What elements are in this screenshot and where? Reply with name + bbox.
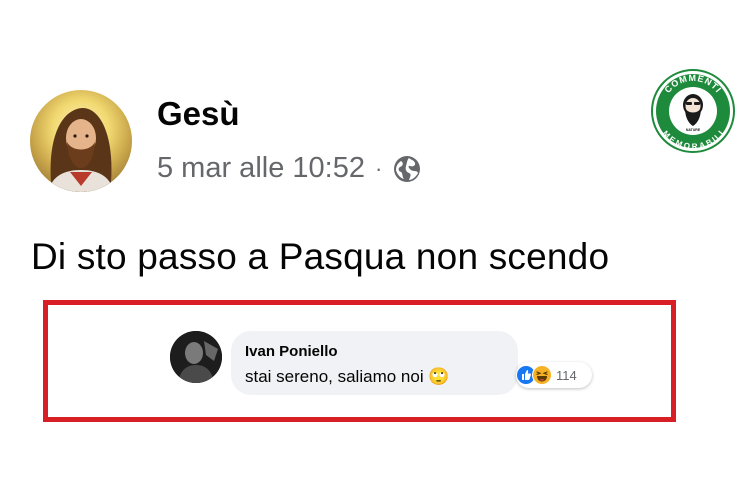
post-timestamp[interactable]: 5 mar alle 10:52: [157, 152, 365, 185]
post-author-name[interactable]: Gesù: [157, 95, 240, 133]
reaction-count: 114: [556, 367, 577, 383]
haha-icon: [532, 365, 552, 385]
reactions-summary[interactable]: 114: [516, 362, 592, 388]
comment-author-name[interactable]: Ivan Poniello: [245, 343, 338, 360]
commenter-photo-image: [170, 331, 222, 383]
comment-text: stai sereno, saliamo noi 🙄: [245, 367, 450, 387]
comment-text-content: stai sereno, saliamo noi: [245, 367, 424, 386]
eye-roll-emoji: 🙄: [428, 367, 450, 386]
comment-bubble: Ivan Poniello stai sereno, saliamo noi 🙄: [231, 331, 518, 395]
author-avatar[interactable]: [30, 90, 132, 192]
jesus-portrait-image: [48, 108, 114, 192]
post-body-text: Di sto passo a Pasqua non scendo: [31, 236, 610, 277]
commenti-memorabili-logo: COMMENTI MEMORABILI NATURE: [651, 69, 735, 153]
meta-separator: ·: [374, 155, 383, 181]
commenter-avatar[interactable]: [170, 331, 222, 383]
logo-small-text: NATURE: [686, 128, 701, 132]
globe-icon: [394, 155, 421, 182]
post-meta: 5 mar alle 10:52 ·: [157, 152, 422, 185]
